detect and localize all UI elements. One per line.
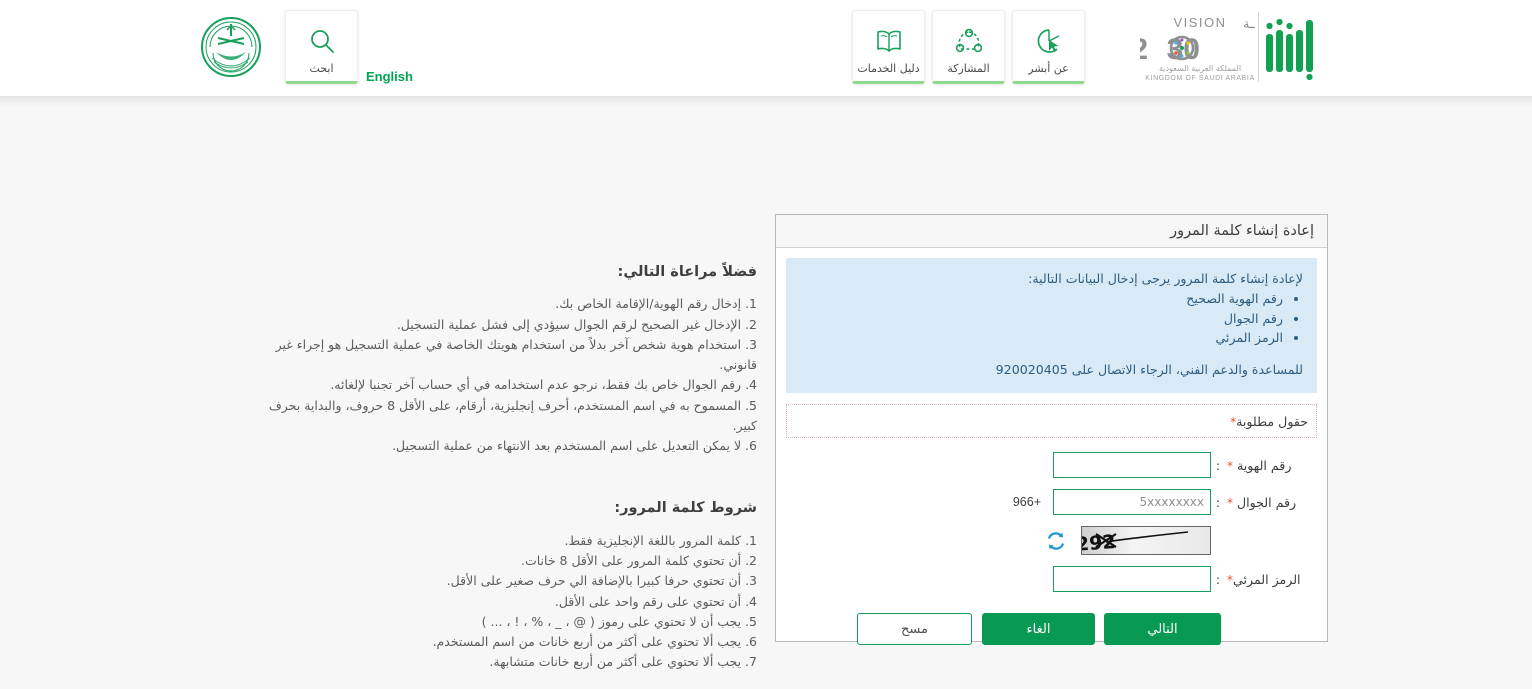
cursor-pie-icon <box>1034 21 1064 61</box>
help-item: 2. الإدخال غير الصحيح لرقم الجوال سيؤدي … <box>242 315 757 335</box>
share-nodes-icon <box>954 21 984 61</box>
info-notice: لإعادة إنشاء كلمة المرور يرجى إدخال البي… <box>786 258 1317 393</box>
help-item: 4. أن تحتوي على رقم واحد على الأقل. <box>242 592 757 612</box>
help-item: 2. أن تحتوي كلمة المرور على الأقل 8 خانا… <box>242 551 757 571</box>
svg-text:VISION: VISION <box>1173 15 1226 30</box>
mobile-row: رقم الجوال * : +966 <box>792 489 1317 515</box>
captcha-row: الرمز المرئي* : <box>792 566 1317 592</box>
clear-button[interactable]: مسح <box>857 613 972 645</box>
help-item: 6. لا يمكن التعديل على اسم المستخدم بعد … <box>242 436 757 456</box>
help-item: 1. إدخال رقم الهوية/الإقامة الخاص بك. <box>242 294 757 314</box>
notice-lead: لإعادة إنشاء كلمة المرور يرجى إدخال البي… <box>800 270 1303 288</box>
help-title-2: شروط كلمة المرور: <box>242 500 757 517</box>
notice-bullet: رقم الجوال <box>800 310 1283 328</box>
help-item: 4. رقم الجوال خاص بك فقط، نرجو عدم استخد… <box>242 375 757 395</box>
mobile-label: رقم الجوال <box>1237 495 1296 510</box>
saudi-emblem-icon <box>200 12 262 82</box>
help-item: 5. المسموح به في اسم المستخدم، أحرف إنجل… <box>242 396 757 437</box>
vision-2030-logo: VISION رؤيــة 2 30 المملكة العربية السعو… <box>1140 10 1255 82</box>
captcha-colon: : <box>1211 572 1225 587</box>
identity-row: رقم الهوية * : <box>792 452 1317 478</box>
share-button[interactable]: المشاركة <box>932 10 1005 84</box>
page-title: إعادة إنشاء كلمة المرور <box>1170 224 1314 239</box>
identity-asterisk: * <box>1227 459 1233 473</box>
svg-text:المملكة العربية السعودية: المملكة العربية السعودية <box>1159 64 1241 73</box>
form-actions: التالي الغاء مسح <box>792 613 1317 645</box>
identity-label: رقم الهوية <box>1237 458 1291 473</box>
help-list-2: 1. كلمة المرور باللغة الإنجليزية فقط. 2.… <box>242 531 757 673</box>
cancel-button[interactable]: الغاء <box>982 613 1095 645</box>
captcha-image: 7292 <box>1081 526 1211 555</box>
captcha-label-wrap: الرمز المرئي* <box>1225 572 1317 587</box>
help-item: 6. يجب ألا تحتوي على أكثر من أربع خانات … <box>242 632 757 652</box>
refresh-icon[interactable] <box>1045 530 1067 552</box>
country-code: +966 <box>1013 495 1041 509</box>
notice-bullets: رقم الهوية الصحيح رقم الجوال الرمز المرئ… <box>800 290 1303 347</box>
help-section-password-rules: شروط كلمة المرور: 1. كلمة المرور باللغة … <box>242 500 757 672</box>
captcha-image-row: 7292 <box>792 526 1317 555</box>
panel-header: إعادة إنشاء كلمة المرور <box>776 215 1327 248</box>
services-guide-label: دليل الخدمات <box>857 63 919 74</box>
help-item: 5. يجب أن لا تحتوي على رموز ( @ ، _ ، % … <box>242 612 757 632</box>
captcha-label: الرمز المرئي <box>1233 572 1301 587</box>
required-fields-note: حقول مطلوبة* <box>786 404 1317 438</box>
reset-password-panel: إعادة إنشاء كلمة المرور لإعادة إنشاء كلم… <box>775 214 1328 642</box>
services-guide-button[interactable]: دليل الخدمات <box>852 10 925 84</box>
about-absher-button[interactable]: عن أبشر <box>1012 10 1085 84</box>
help-item: 7. يجب ألا تحتوي على أكثر من أربع خانات … <box>242 652 757 672</box>
book-icon <box>874 21 904 61</box>
notice-bullet: رقم الهوية الصحيح <box>800 290 1283 308</box>
identity-input[interactable] <box>1053 452 1211 478</box>
mobile-label-wrap: رقم الجوال * <box>1225 495 1317 510</box>
search-card-label: ابحث <box>309 63 333 74</box>
panel-body: لإعادة إنشاء كلمة المرور يرجى إدخال البي… <box>776 248 1327 645</box>
required-fields-label: حقول مطلوبة <box>1236 414 1308 429</box>
language-toggle-english[interactable]: English <box>366 69 413 84</box>
identity-label-wrap: رقم الهوية * <box>1225 458 1317 473</box>
help-column: فضلاً مراعاة التالي: 1. إدخال رقم الهوية… <box>242 264 757 673</box>
captcha-input[interactable] <box>1053 566 1211 592</box>
next-button[interactable]: التالي <box>1104 613 1221 645</box>
mobile-asterisk: * <box>1227 496 1233 510</box>
notice-bullet: الرمز المرئي <box>800 329 1283 347</box>
svg-text:2: 2 <box>1140 33 1148 66</box>
help-list-1: 1. إدخال رقم الهوية/الإقامة الخاص بك. 2.… <box>242 294 757 456</box>
notice-support: للمساعدة والدعم الفني، الرجاء الاتصال عل… <box>800 361 1303 379</box>
mobile-input[interactable] <box>1053 489 1211 515</box>
identity-colon: : <box>1211 458 1225 473</box>
svg-text:رؤيــة: رؤيــة <box>1243 17 1255 32</box>
share-label: المشاركة <box>947 63 989 74</box>
help-section-registration: فضلاً مراعاة التالي: 1. إدخال رقم الهوية… <box>242 264 757 456</box>
about-absher-label: عن أبشر <box>1028 63 1068 74</box>
search-button[interactable]: ابحث <box>285 10 358 84</box>
mobile-colon: : <box>1211 495 1225 510</box>
help-item: 3. أن تحتوي حرفا كبيرا بالإضافة الي حرف … <box>242 571 757 591</box>
logo-divider <box>1258 12 1259 82</box>
help-title-1: فضلاً مراعاة التالي: <box>242 264 757 281</box>
page-content: فضلاً مراعاة التالي: 1. إدخال رقم الهوية… <box>0 96 1532 689</box>
captcha-text: 7292 <box>1082 531 1116 554</box>
site-header: ابحث English دليل الخدمات المشا <box>0 0 1532 96</box>
absher-logo <box>1262 12 1324 82</box>
form-fields: رقم الهوية * : رقم الجوال * : +966 7292 <box>786 452 1317 645</box>
search-icon <box>308 21 336 61</box>
svg-text:KINGDOM OF SAUDI ARABIA: KINGDOM OF SAUDI ARABIA <box>1145 75 1254 82</box>
help-item: 3. استخدام هوية شخص آخر بدلاً من استخدام… <box>242 335 757 376</box>
help-item: 1. كلمة المرور باللغة الإنجليزية فقط. <box>242 531 757 551</box>
